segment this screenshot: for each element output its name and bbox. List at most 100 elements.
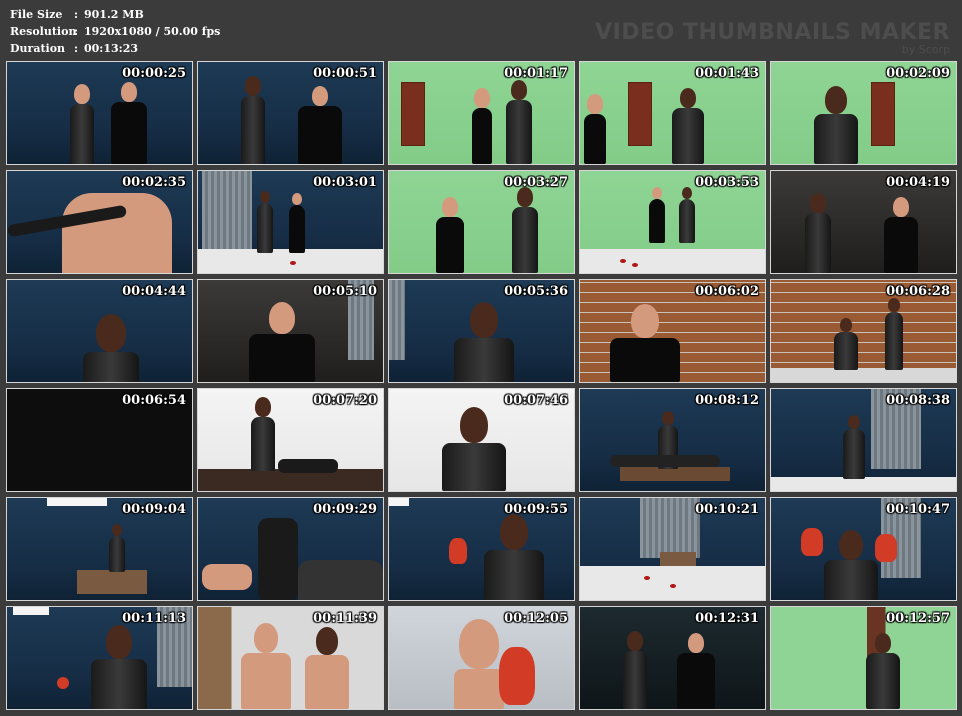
figure (302, 627, 352, 709)
figure (248, 397, 278, 471)
figure (582, 94, 608, 164)
lying-figure (298, 560, 383, 600)
figure (286, 193, 308, 253)
thumbnail[interactable]: 00:00:25 (6, 61, 193, 165)
thumbnail[interactable]: 00:00:51 (197, 61, 384, 165)
thumbnail[interactable]: 00:03:27 (388, 170, 575, 274)
thumbnail[interactable]: 00:12:57 (770, 606, 957, 710)
thumbnail-grid: 00:00:25 00:00:51 00:01:17 00:01:43 00:0… (6, 61, 957, 710)
separator: : (74, 42, 79, 55)
figure (881, 298, 907, 370)
timestamp: 00:07:20 (313, 393, 377, 408)
timestamp: 00:07:46 (504, 393, 568, 408)
brand-title: VIDEO THUMBNAILS MAKER (595, 20, 950, 45)
thumbnail[interactable]: 00:05:36 (388, 279, 575, 383)
file-size-label: File Size (10, 8, 63, 21)
figure (646, 187, 668, 243)
thumbnail[interactable]: 00:04:19 (770, 170, 957, 274)
timestamp: 00:10:47 (886, 502, 950, 517)
timestamp: 00:12:05 (504, 611, 568, 626)
figure (433, 197, 467, 273)
figure (600, 304, 690, 382)
thumbnail[interactable]: 00:09:04 (6, 497, 193, 601)
thumbnail[interactable]: 00:11:39 (197, 606, 384, 710)
figure (81, 314, 141, 382)
thumbnail[interactable]: 00:02:09 (770, 61, 957, 165)
figure (674, 633, 718, 709)
thumbnail[interactable]: 00:03:53 (579, 170, 766, 274)
thumbnail[interactable]: 00:08:12 (579, 388, 766, 492)
figure (801, 193, 835, 273)
figure (107, 524, 127, 572)
ceiling-light (389, 498, 409, 506)
timestamp: 00:09:04 (122, 502, 186, 517)
figure (238, 623, 294, 709)
timestamp: 00:06:54 (122, 393, 186, 408)
thumbnail[interactable]: 00:07:20 (197, 388, 384, 492)
timestamp: 00:11:39 (313, 611, 377, 626)
thumbnail[interactable]: 00:12:05 (388, 606, 575, 710)
thumbnail[interactable]: 00:10:21 (579, 497, 766, 601)
door (628, 82, 652, 146)
timestamp: 00:05:36 (504, 284, 568, 299)
red-hand (449, 538, 467, 564)
thumbnail[interactable]: 00:10:47 (770, 497, 957, 601)
figure (503, 80, 535, 164)
lying-figure (610, 455, 720, 467)
brand-logo: VIDEO THUMBNAILS MAKER by Scorp (595, 20, 950, 56)
hand (202, 564, 252, 590)
figure (881, 197, 921, 273)
figure (232, 302, 332, 382)
timestamp: 00:04:44 (122, 284, 186, 299)
timestamp: 00:08:38 (886, 393, 950, 408)
thumbnail[interactable]: 00:02:35 (6, 170, 193, 274)
timestamp: 00:12:31 (695, 611, 759, 626)
timestamp: 00:06:28 (886, 284, 950, 299)
blood-splatter (632, 263, 638, 267)
timestamp: 00:10:21 (695, 502, 759, 517)
ceiling-light (47, 498, 107, 506)
timestamp: 00:04:19 (886, 175, 950, 190)
thumbnail[interactable]: 00:12:31 (579, 606, 766, 710)
file-metadata: File Size : 901.2 MB Resolution : 1920x1… (10, 6, 220, 57)
figure (841, 415, 867, 479)
door (401, 82, 425, 146)
floor (580, 566, 765, 600)
figure (469, 88, 495, 164)
separator: : (74, 8, 79, 21)
duration-row: Duration : 00:13:23 (10, 40, 220, 57)
thumbnail[interactable]: 00:06:28 (770, 279, 957, 383)
thumbnail[interactable]: 00:06:54 (6, 388, 193, 492)
boots (258, 518, 298, 600)
timestamp: 00:11:13 (122, 611, 186, 626)
desk (620, 467, 730, 481)
thumbnail[interactable]: 00:05:10 (197, 279, 384, 383)
figure (254, 191, 276, 253)
door (871, 82, 895, 146)
red-hand (499, 647, 535, 705)
timestamp: 00:09:55 (504, 502, 568, 517)
timestamp: 00:12:57 (886, 611, 950, 626)
thumbnail[interactable]: 00:04:44 (6, 279, 193, 383)
timestamp: 00:03:01 (313, 175, 377, 190)
separator: : (74, 25, 79, 38)
resolution-label: Resolution (10, 25, 77, 38)
timestamp: 00:01:17 (504, 66, 568, 81)
thumbnail[interactable]: 00:07:46 (388, 388, 575, 492)
figure (620, 631, 650, 709)
thumbnail[interactable]: 00:01:43 (579, 61, 766, 165)
thumbnail[interactable]: 00:03:01 (197, 170, 384, 274)
figure (87, 625, 151, 709)
thumbnail[interactable]: 00:01:17 (388, 61, 575, 165)
figure (831, 318, 861, 370)
figure (509, 187, 541, 273)
thumbnail[interactable]: 00:08:38 (770, 388, 957, 492)
blood-splatter (620, 259, 626, 263)
thumbnail[interactable]: 00:06:02 (579, 279, 766, 383)
figure (676, 187, 698, 243)
thumbnail[interactable]: 00:11:13 (6, 606, 193, 710)
lying-figure (278, 459, 338, 473)
thumbnail[interactable]: 00:09:29 (197, 497, 384, 601)
thumbnail[interactable]: 00:09:55 (388, 497, 575, 601)
figure (107, 82, 151, 164)
